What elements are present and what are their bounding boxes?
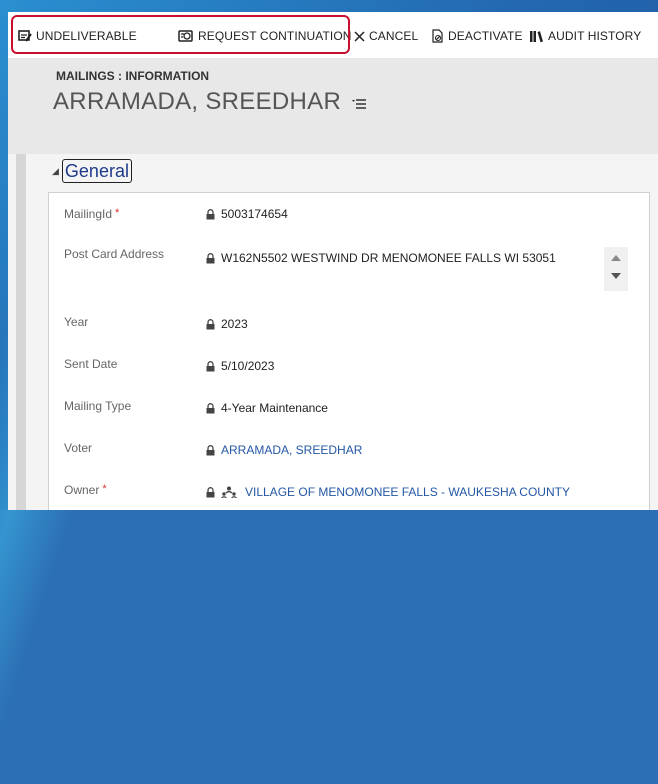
field-label: Post Card Address: [64, 247, 165, 261]
lock-icon: [206, 402, 215, 413]
lock-icon: [206, 444, 215, 455]
field-label: MailingId *: [64, 207, 120, 221]
section-general-header[interactable]: ◢ General: [52, 158, 132, 184]
lock-icon: [206, 318, 215, 329]
field-value: W162N5502 WESTWIND DR MENOMONEE FALLS WI…: [206, 251, 556, 265]
field-value: 4-Year Maintenance: [206, 401, 328, 415]
deactivate-icon: [432, 29, 443, 43]
highlight-annotation: [11, 15, 350, 54]
deactivate-button[interactable]: DEACTIVATE: [431, 27, 523, 45]
page-title-text: ARRAMADA, SREEDHAR: [53, 88, 342, 115]
required-marker: *: [102, 483, 107, 495]
lock-icon: [206, 252, 215, 263]
field-value: 5003174654: [206, 207, 288, 221]
crm-window: UNDELIVERABLE REQUEST CONTINUATION CANCE…: [8, 12, 658, 510]
section-title[interactable]: General: [61, 159, 132, 183]
page-title: ARRAMADA, SREEDHAR: [53, 88, 367, 116]
cancel-label: CANCEL: [369, 29, 419, 43]
required-marker: *: [115, 207, 120, 219]
address-scroll-control[interactable]: [604, 247, 628, 291]
command-bar: UNDELIVERABLE REQUEST CONTINUATION CANCE…: [8, 12, 658, 59]
audit-history-label: AUDIT HISTORY: [548, 29, 642, 43]
team-icon: [221, 486, 237, 498]
field-value: 2023: [206, 317, 248, 331]
lock-icon: [206, 360, 215, 371]
field-label: Year: [64, 315, 89, 329]
record-header: MAILINGS : INFORMATION ARRAMADA, SREEDHA…: [8, 58, 658, 154]
breadcrumb: MAILINGS : INFORMATION: [56, 69, 210, 83]
field-value: 5/10/2023: [206, 359, 274, 373]
left-navigation-bar: [16, 154, 26, 510]
scroll-down-icon[interactable]: [611, 273, 621, 279]
voter-link[interactable]: ARRAMADA, SREEDHAR: [206, 443, 362, 457]
field-label: Owner *: [64, 483, 107, 497]
cancel-button[interactable]: CANCEL: [354, 27, 418, 45]
collapse-caret-icon[interactable]: ◢: [52, 166, 59, 177]
general-form: MailingId * 5003174654 Post Card Address …: [48, 192, 650, 510]
lock-icon: [206, 208, 215, 219]
deactivate-label: DEACTIVATE: [448, 29, 523, 43]
field-label: Mailing Type: [64, 399, 132, 413]
field-label: Sent Date: [64, 357, 118, 371]
owner-link[interactable]: VILLAGE OF MENOMONEE FALLS - WAUKESHA CO…: [206, 485, 570, 499]
form-content: ◢ General MailingId * 5003174654 Post Car…: [8, 154, 658, 510]
record-menu-icon[interactable]: [351, 98, 367, 110]
lock-icon: [206, 486, 215, 497]
field-label: Voter: [64, 441, 93, 455]
audit-history-button[interactable]: AUDIT HISTORY: [529, 27, 641, 45]
close-icon: [354, 30, 365, 42]
audit-history-icon: [530, 30, 543, 42]
scroll-up-icon[interactable]: [611, 255, 621, 261]
